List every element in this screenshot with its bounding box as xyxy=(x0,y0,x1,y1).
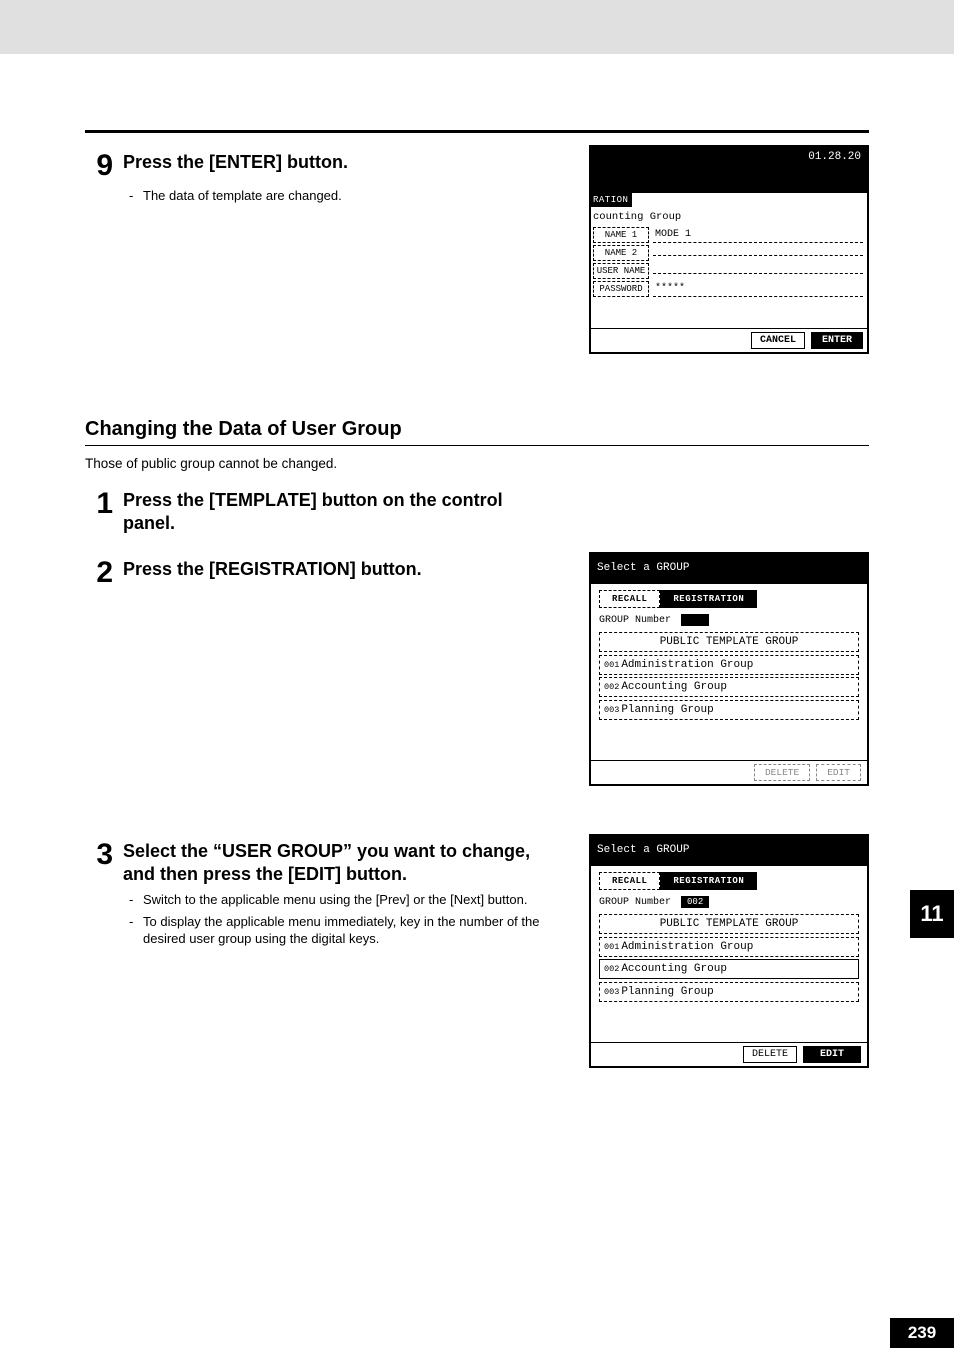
sub-title: counting Group xyxy=(593,211,681,223)
registration-tab[interactable]: REGISTRATION xyxy=(660,590,757,608)
name1-button[interactable]: NAME 1 xyxy=(593,227,649,243)
group-item-public[interactable]: PUBLIC TEMPLATE GROUP xyxy=(599,632,859,652)
step2-title: Press the [REGISTRATION] button. xyxy=(123,558,422,581)
screen-select-group-1: Select a GROUP RECALL REGISTRATION GROUP… xyxy=(589,552,869,786)
screen-title: Select a GROUP xyxy=(597,844,689,856)
username-value[interactable] xyxy=(653,269,863,274)
group-item[interactable]: 001Administration Group xyxy=(599,655,859,675)
registration-tab[interactable]: REGISTRATION xyxy=(660,872,757,890)
password-button[interactable]: PASSWORD xyxy=(593,281,649,297)
recall-tab[interactable]: RECALL xyxy=(599,590,660,608)
delete-button[interactable]: DELETE xyxy=(754,764,810,781)
edit-button[interactable]: EDIT xyxy=(803,1046,861,1063)
name2-button[interactable]: NAME 2 xyxy=(593,245,649,261)
step3-title: Select the “USER GROUP” you want to chan… xyxy=(123,840,543,885)
name1-value[interactable]: MODE 1 xyxy=(653,227,863,243)
step-number: 2 xyxy=(85,558,113,588)
screen-registration: 01.28.20 RATION counting Group NAME 1 MO… xyxy=(589,145,869,354)
section-intro: Those of public group cannot be changed. xyxy=(85,456,869,471)
name2-value[interactable] xyxy=(653,251,863,256)
group-number-label: GROUP Number xyxy=(599,615,671,626)
username-button[interactable]: USER NAME xyxy=(593,263,649,279)
recall-tab[interactable]: RECALL xyxy=(599,872,660,890)
group-item-selected[interactable]: 002Accounting Group xyxy=(599,959,859,979)
group-item[interactable]: 002Accounting Group xyxy=(599,677,859,697)
edit-button[interactable]: EDIT xyxy=(816,764,861,781)
group-number-value[interactable]: 002 xyxy=(681,896,709,908)
group-item[interactable]: 003Planning Group xyxy=(599,700,859,720)
group-item-public[interactable]: PUBLIC TEMPLATE GROUP xyxy=(599,914,859,934)
tab-ration[interactable]: RATION xyxy=(589,193,632,207)
screen-select-group-2: Select a GROUP RECALL REGISTRATION GROUP… xyxy=(589,834,869,1068)
step3-bullet: To display the applicable menu immediate… xyxy=(143,913,561,948)
page-number: 239 xyxy=(890,1318,954,1348)
cancel-button[interactable]: CANCEL xyxy=(751,332,805,349)
step9-bullet: The data of template are changed. xyxy=(143,187,342,205)
chapter-tab: 11 xyxy=(910,890,954,938)
delete-button[interactable]: DELETE xyxy=(743,1046,797,1063)
step-number: 9 xyxy=(85,151,113,181)
group-item[interactable]: 003Planning Group xyxy=(599,982,859,1002)
password-value[interactable]: ***** xyxy=(653,281,863,297)
step-number: 3 xyxy=(85,840,113,870)
section-heading: Changing the Data of User Group xyxy=(85,418,869,441)
group-number-label: GROUP Number xyxy=(599,897,671,908)
step-number: 1 xyxy=(85,489,113,519)
enter-button[interactable]: ENTER xyxy=(811,332,863,349)
group-number-value[interactable] xyxy=(681,614,709,626)
step3-bullet: Switch to the applicable menu using the … xyxy=(143,891,527,909)
group-item[interactable]: 001Administration Group xyxy=(599,937,859,957)
step9-title: Press the [ENTER] button. xyxy=(123,151,348,174)
screen-title: Select a GROUP xyxy=(597,562,689,574)
timestamp: 01.28.20 xyxy=(808,151,861,163)
step1-title: Press the [TEMPLATE] button on the contr… xyxy=(123,489,543,534)
